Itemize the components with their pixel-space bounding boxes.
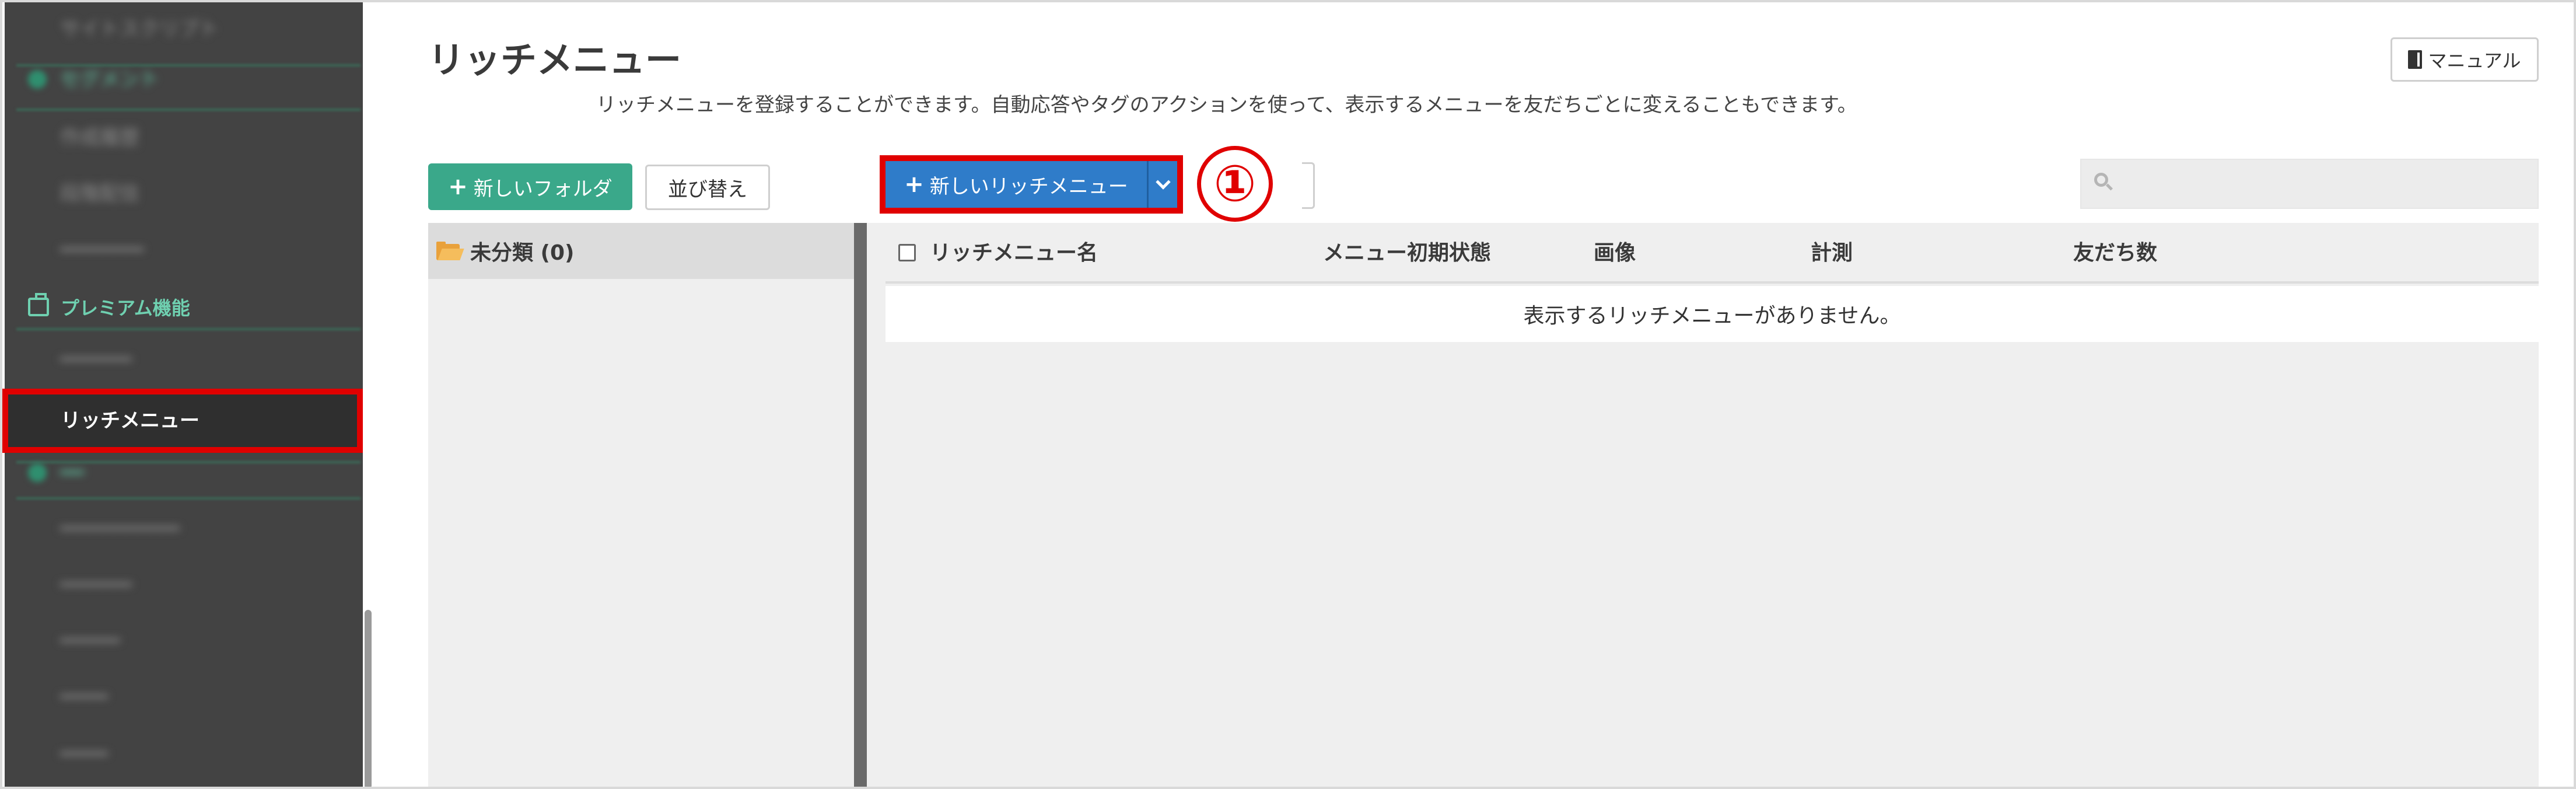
sidebar-item-blurred[interactable]: 段階配信	[60, 176, 235, 211]
page-description: リッチメニューを登録することができます。自動応答やタグのアクションを使って、表示…	[596, 93, 1857, 117]
sidebar-item-blurred[interactable]: ━━━━━━	[60, 567, 212, 602]
manual-button-label: マニュアル	[2428, 50, 2521, 72]
sidebar-scrollbar[interactable]	[364, 0, 372, 789]
briefcase-icon	[28, 293, 49, 316]
sidebar-section-premium: プレミアム機能	[28, 293, 190, 321]
column-header-measurement[interactable]: 計測	[1811, 223, 1853, 284]
search-icon	[2094, 173, 2113, 191]
select-all-checkbox[interactable]	[898, 244, 916, 261]
column-header-name[interactable]: リッチメニュー名	[930, 223, 1098, 284]
rich-menu-table: リッチメニュー名 メニュー初期状態 画像 計測 友だち数 表示するリッチメニュー…	[867, 223, 2539, 789]
sidebar-divider	[16, 109, 360, 111]
chevron-down-icon	[1155, 174, 1171, 190]
sidebar-item-blurred[interactable]: ━━━━━━━━━━	[60, 511, 305, 546]
panel-splitter[interactable]	[854, 223, 867, 789]
column-header-initial-state[interactable]: メニュー初期状態	[1323, 223, 1491, 284]
sidebar-item-blurred[interactable]: ━━━━	[60, 736, 153, 771]
sidebar-item-rich-menu[interactable]: リッチメニュー	[2, 389, 363, 453]
folder-panel: 未分類 (0)	[428, 223, 854, 789]
scrollbar-thumb[interactable]	[365, 610, 372, 789]
category-icon	[28, 463, 47, 482]
sidebar-item-blurred[interactable]: 作成履歴	[60, 120, 142, 155]
sidebar-item-blurred[interactable]: ━━━━	[60, 679, 165, 714]
new-folder-label: 新しいフォルダ	[473, 177, 612, 201]
folder-name: 未分類 (0)	[470, 241, 575, 265]
sidebar-divider	[16, 497, 360, 500]
table-header: リッチメニュー名 メニュー初期状態 画像 計測 友だち数	[886, 223, 2539, 284]
empty-message: 表示するリッチメニューがありません。	[886, 286, 2539, 342]
category-icon	[28, 70, 47, 89]
page-title: リッチメニュー	[428, 39, 682, 81]
sidebar-item-label: リッチメニュー	[61, 409, 200, 432]
folder-open-icon	[436, 242, 464, 260]
sidebar-category-blurred[interactable]: セグメント	[60, 62, 159, 97]
sort-button[interactable]: 並び替え	[645, 165, 770, 210]
new-rich-menu-dropdown-toggle[interactable]	[1147, 161, 1177, 208]
sidebar-divider	[16, 328, 360, 330]
new-rich-menu-label: 新しいリッチメニュー	[929, 174, 1128, 198]
book-icon	[2408, 50, 2423, 69]
sidebar-item-blurred[interactable]: ━━━━━━	[60, 342, 212, 377]
plus-icon: +	[904, 171, 924, 198]
sidebar-category-blurred[interactable]: ━━	[60, 455, 101, 490]
sidebar-section-label: プレミアム機能	[61, 297, 190, 319]
column-header-friends[interactable]: 友だち数	[2073, 223, 2157, 284]
search-input[interactable]	[2080, 159, 2539, 209]
plus-icon: +	[448, 173, 468, 200]
step-marker: ①	[1197, 146, 1273, 222]
sidebar-item-blurred[interactable]: ━━━━━━━	[60, 232, 235, 267]
sidebar-item-blurred[interactable]: ━━━━━	[60, 623, 188, 658]
folder-item[interactable]: 未分類 (0)	[428, 223, 854, 279]
new-rich-menu-button[interactable]: + 新しいリッチメニュー	[886, 161, 1147, 208]
manual-button[interactable]: マニュアル	[2390, 37, 2539, 82]
new-folder-button[interactable]: + 新しいフォルダ	[428, 163, 632, 210]
column-header-image[interactable]: 画像	[1594, 223, 1636, 284]
sidebar-item-blurred[interactable]: サイトスクリプト	[60, 12, 219, 47]
